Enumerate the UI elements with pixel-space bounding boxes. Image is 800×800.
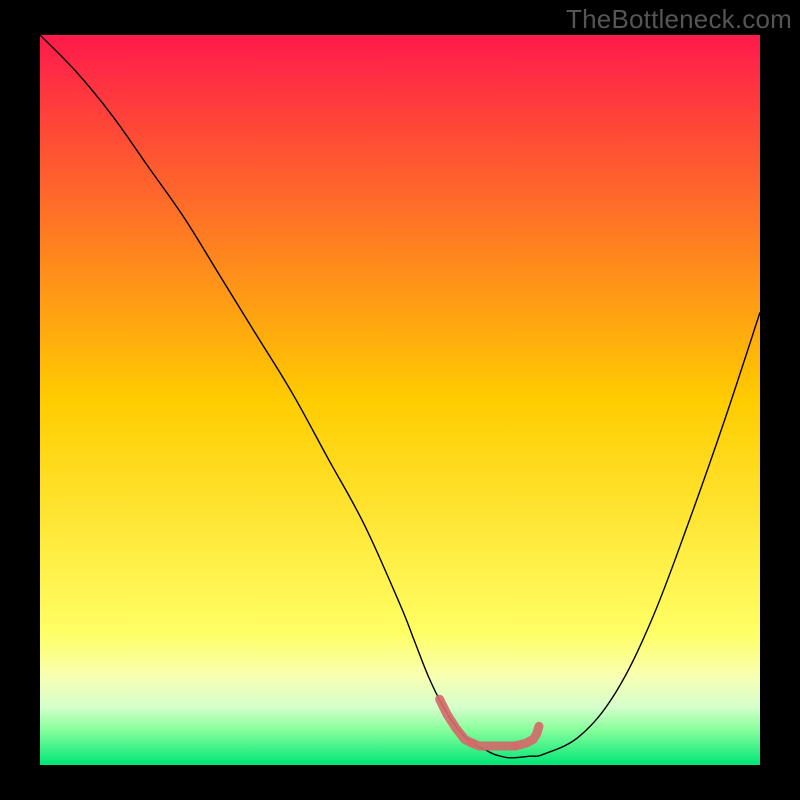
plot-area xyxy=(40,35,760,765)
chart-svg xyxy=(40,35,760,765)
optimal-range-marker-part-1 xyxy=(472,743,515,746)
gradient-background xyxy=(40,35,760,765)
chart-container: TheBottleneck.com xyxy=(0,0,800,800)
watermark-text: TheBottleneck.com xyxy=(566,4,792,35)
